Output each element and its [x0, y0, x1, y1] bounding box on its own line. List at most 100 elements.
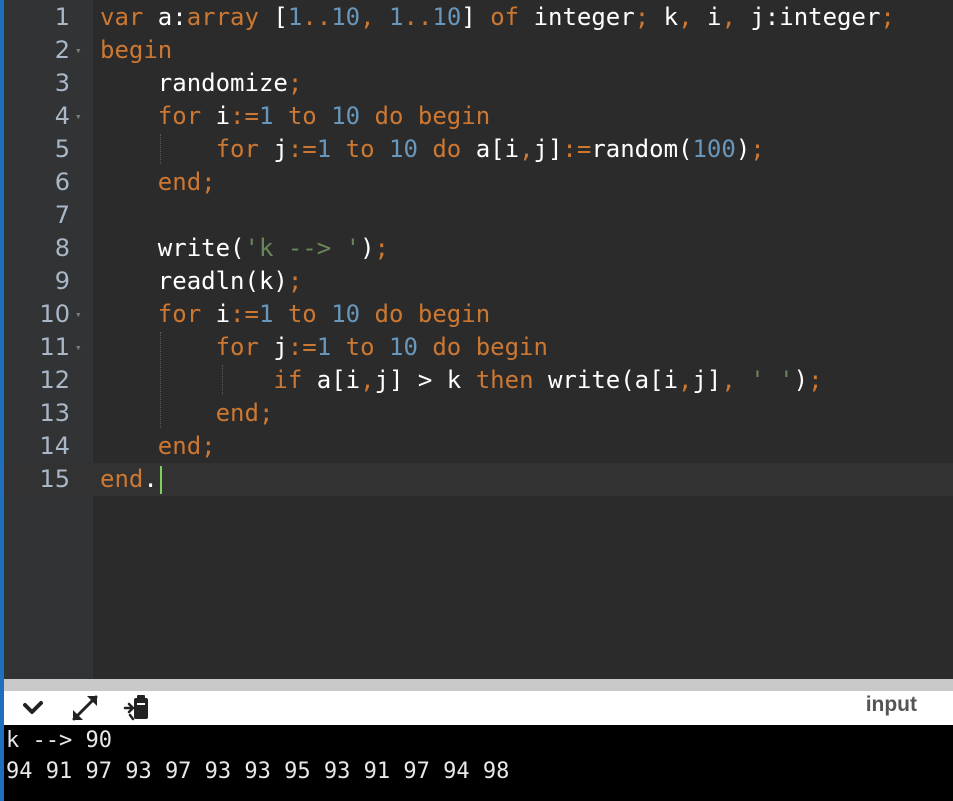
code-token: [ [273, 3, 288, 31]
code-line[interactable]: 1 var a:array [1..10, 1..10] of integer; … [0, 1, 953, 34]
fold-toggle-icon[interactable]: ▾ [75, 100, 82, 133]
code-token: var [100, 3, 158, 31]
code-token: , [360, 3, 390, 31]
console-line: 94 91 97 93 97 93 93 95 93 91 97 94 98 [6, 759, 510, 784]
line-number: 15 [39, 465, 70, 493]
code-line[interactable]: 6 end; [0, 166, 953, 199]
code-text[interactable]: begin [100, 34, 172, 67]
code-token: readln(k) [100, 267, 288, 295]
code-token: .. [403, 3, 433, 31]
code-token: ) [793, 366, 809, 394]
code-token: end; [215, 399, 274, 427]
input-label[interactable]: input [866, 691, 917, 719]
code-line[interactable]: 4 ▾ for i:=1 to 10 do begin [0, 100, 953, 133]
line-number: 8 [54, 234, 70, 262]
code-token: 10 [331, 300, 361, 328]
code-line[interactable]: 13 end; [0, 397, 953, 430]
code-token: write( [100, 234, 245, 262]
line-number: 7 [54, 201, 70, 229]
indent-guide [160, 332, 161, 428]
code-text[interactable]: for i:=1 to 10 do begin [100, 298, 490, 331]
code-text[interactable]: for j:=1 to 10 do a[i,j]:=random(100); [100, 133, 765, 166]
code-token: 10 [389, 333, 418, 361]
code-token: begin [100, 36, 173, 64]
editor-left-accent [0, 0, 4, 801]
code-text[interactable]: readln(k); [100, 265, 303, 298]
code-line[interactable]: 9 readln(k); [0, 265, 953, 298]
code-token: ) [735, 135, 751, 163]
code-token: i [706, 3, 722, 31]
code-token: 1 [316, 135, 332, 163]
console-line: k --> 90 [6, 728, 112, 753]
code-token: , [721, 366, 751, 394]
line-number: 5 [54, 135, 70, 163]
code-line[interactable]: 11 ▾ for j:=1 to 10 do begin [0, 331, 953, 364]
code-token: end; [157, 168, 216, 196]
code-token: randomize [100, 69, 288, 97]
code-token: do [417, 135, 476, 163]
code-text[interactable]: if a[i,j] > k then write(a[i,j], ' '); [100, 364, 822, 397]
code-token: .. [302, 3, 332, 31]
code-token: := [230, 300, 259, 328]
code-token: , [360, 366, 375, 394]
code-token: , [678, 3, 707, 31]
code-token: for [215, 333, 274, 361]
line-number: 6 [54, 168, 70, 196]
line-number: 9 [54, 267, 70, 295]
code-line[interactable]: 10 ▾ for i:=1 to 10 do begin [0, 298, 953, 331]
code-token: ) [360, 234, 375, 262]
console-output: k --> 90 94 91 97 93 97 93 93 95 93 91 9… [4, 725, 953, 801]
clipboard-run-icon[interactable] [122, 691, 156, 725]
fold-toggle-icon[interactable]: ▾ [75, 331, 82, 364]
code-token: i [215, 102, 231, 130]
code-token: 1 [389, 3, 404, 31]
code-text[interactable]: for j:=1 to 10 do begin [100, 331, 548, 364]
code-line[interactable]: 12 if a[i,j] > k then write(a[i,j], ' ')… [0, 364, 953, 397]
code-token: of [490, 3, 534, 31]
code-line[interactable]: 14 end; [0, 430, 953, 463]
code-token: do begin [360, 300, 491, 328]
code-token: to [331, 333, 389, 361]
code-token: integer [533, 3, 635, 31]
indent-guide [222, 365, 223, 395]
code-line[interactable]: 3 randomize; [0, 67, 953, 100]
code-token: k [663, 3, 679, 31]
code-text[interactable]: randomize; [100, 67, 303, 100]
line-number: 14 [39, 432, 70, 460]
code-token: write(a[i [547, 366, 679, 394]
indent-guide [160, 134, 161, 164]
expand-arrows-icon[interactable] [68, 691, 102, 725]
code-text[interactable]: write('k --> '); [100, 232, 389, 265]
code-token: for [157, 102, 216, 130]
code-token: to [273, 102, 332, 130]
line-number: 10 [39, 300, 70, 328]
code-line[interactable]: 7 [0, 199, 953, 232]
code-token: := [287, 333, 317, 361]
code-token: end; [157, 432, 216, 460]
code-editor[interactable]: 1 var a:array [1..10, 1..10] of integer; … [0, 0, 953, 679]
code-text[interactable]: var a:array [1..10, 1..10] of integer; k… [100, 1, 895, 34]
code-text[interactable]: end; [100, 166, 216, 199]
code-token: do begin [360, 102, 491, 130]
code-token: 1 [258, 102, 274, 130]
fold-toggle-icon[interactable]: ▾ [75, 34, 82, 67]
code-text[interactable]: end; [100, 430, 216, 463]
code-text[interactable]: end; [100, 397, 274, 430]
code-text[interactable]: end. [100, 463, 158, 496]
fold-toggle-icon[interactable]: ▾ [75, 298, 82, 331]
code-token: a[i [316, 366, 361, 394]
code-token: for [157, 300, 216, 328]
panel-splitter[interactable] [4, 679, 953, 691]
code-token: := [287, 135, 317, 163]
code-line[interactable]: 2 ▾ begin [0, 34, 953, 67]
code-text[interactable]: for i:=1 to 10 do begin [100, 100, 490, 133]
text-cursor [160, 466, 162, 494]
chevron-down-icon[interactable] [18, 691, 52, 725]
code-line[interactable]: 15 end. [0, 463, 953, 496]
code-line[interactable]: 5 for j:=1 to 10 do a[i,j]:=random(100); [0, 133, 953, 166]
code-line[interactable]: 8 write('k --> '); [0, 232, 953, 265]
